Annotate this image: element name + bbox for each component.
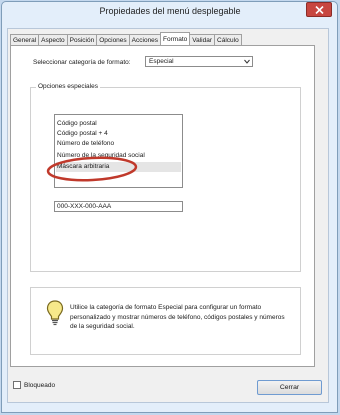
close-icon	[315, 6, 324, 14]
format-category-value: Especial	[149, 58, 174, 65]
chevron-down-icon	[244, 59, 250, 64]
tab-formato[interactable]: Formato	[160, 32, 191, 46]
lightbulb-icon	[46, 300, 64, 326]
locked-label: Bloqueado	[24, 382, 56, 389]
info-text: Utilice la categoría de formato Especial…	[70, 304, 285, 330]
window-close-button[interactable]	[306, 2, 332, 17]
format-category-select[interactable]: Especial	[145, 56, 253, 67]
close-button[interactable]: Cerrar	[257, 380, 322, 395]
highlight-ellipse-annotation	[46, 156, 138, 182]
list-item-codigo-postal-4[interactable]: Código postal + 4	[57, 129, 108, 139]
special-options-title: Opciones especiales	[36, 83, 100, 90]
window-title: Propiedades del menú desplegable	[99, 6, 241, 16]
list-item-numero-telefono[interactable]: Número de teléfono	[57, 139, 114, 149]
locked-checkbox[interactable]	[13, 381, 21, 389]
list-item-codigo-postal[interactable]: Código postal	[57, 119, 97, 129]
arbitrary-mask-input[interactable]: 000-XXX-000-AAA	[54, 201, 183, 212]
title-bar: Propiedades del menú desplegable	[0, 0, 340, 22]
format-category-label: Seleccionar categoría de formato:	[33, 59, 131, 66]
